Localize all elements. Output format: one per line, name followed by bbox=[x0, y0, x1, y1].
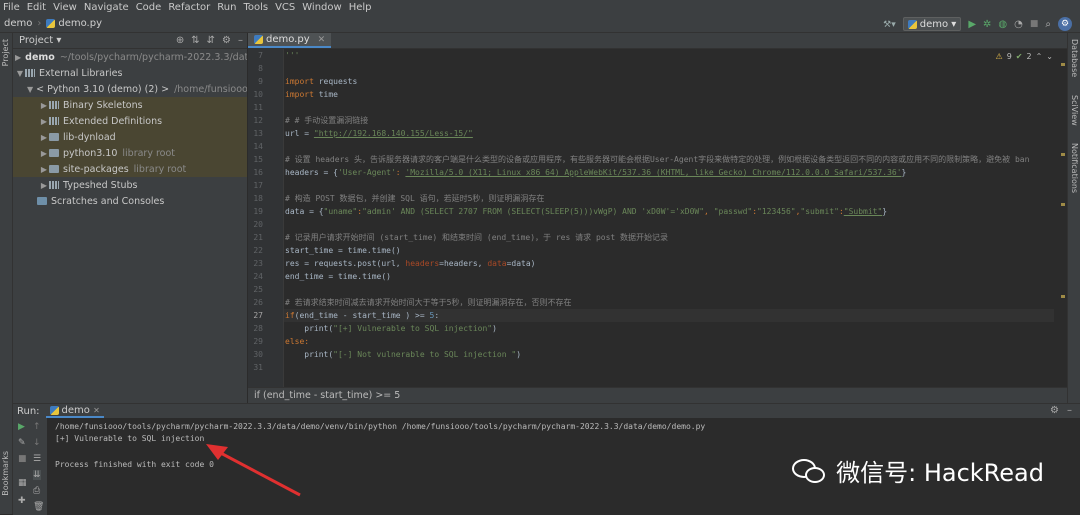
annotation-arrow bbox=[206, 444, 301, 497]
watermark-text: 微信号: HackRead bbox=[836, 459, 1044, 487]
wechat-logo-icon bbox=[792, 456, 828, 486]
watermark: 微信号: HackRead bbox=[792, 453, 1044, 488]
